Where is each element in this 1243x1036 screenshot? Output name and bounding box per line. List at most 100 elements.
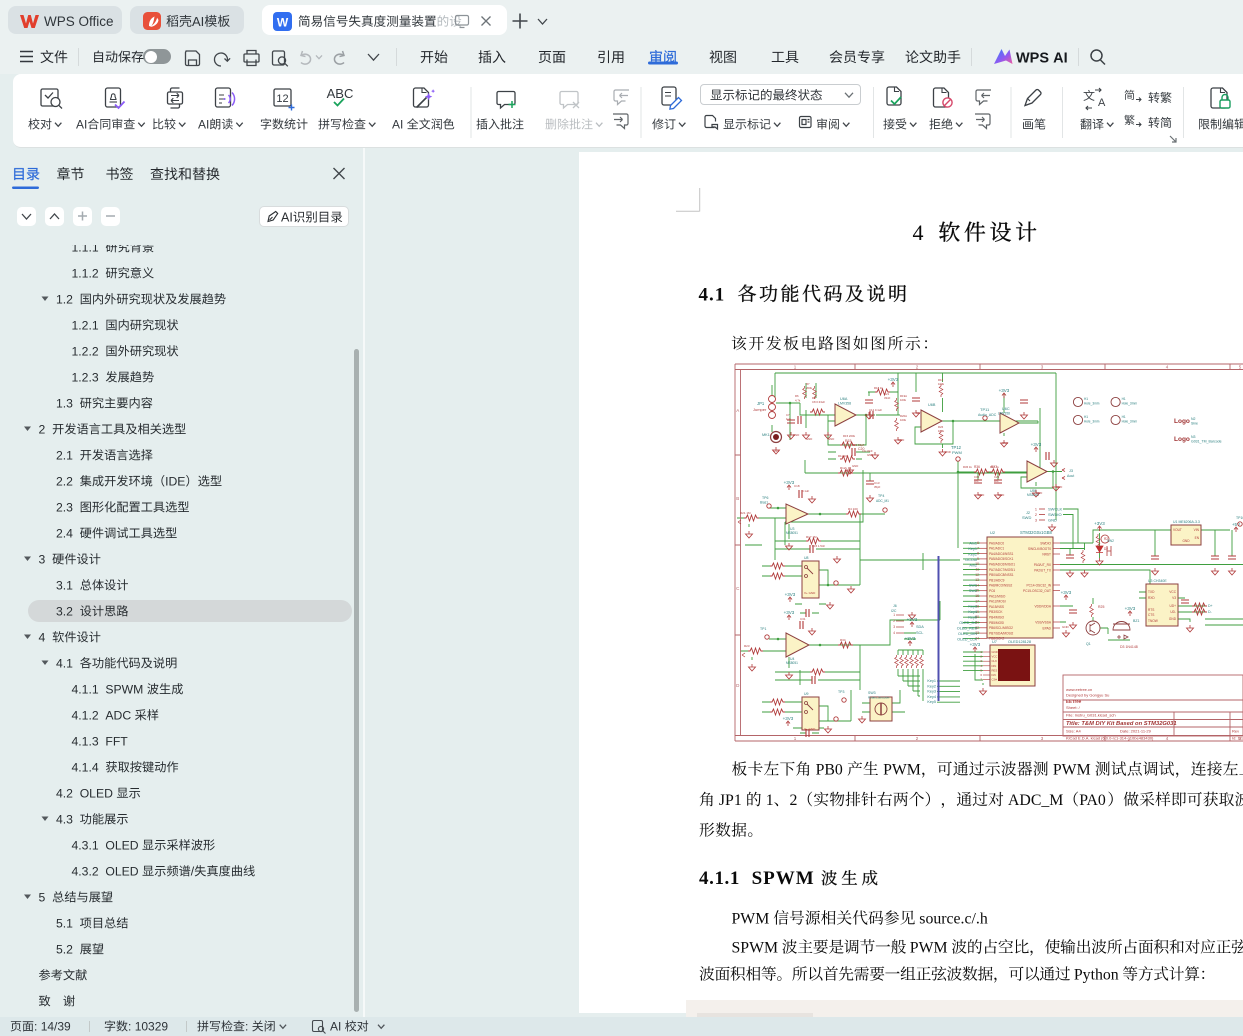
svg-text:AI: AI	[76, 118, 87, 132]
svg-text:Aout: Aout	[1067, 474, 1074, 478]
svg-text:PWM: PWM	[883, 762, 921, 779]
svg-text:Sheet: /: Sheet: /	[1066, 705, 1081, 710]
svg-text:UD-: UD-	[1170, 610, 1176, 614]
svg-text:VCC: VCC	[1169, 590, 1176, 594]
svg-text:PB0/ADC8/NSS1: PB0/ADC8/NSS1	[989, 573, 1014, 577]
svg-text:PA0/ADC0: PA0/ADC0	[989, 541, 1004, 545]
svg-text:16: 16	[975, 594, 979, 598]
svg-text:+3V3: +3V3	[999, 388, 1010, 393]
svg-text:1: 1	[893, 613, 895, 617]
svg-text:PA7/ADC7/MOSI1: PA7/ADC7/MOSI1	[989, 568, 1015, 572]
svg-text:OLED128128: OLED128128	[1008, 640, 1031, 644]
svg-text:13: 13	[975, 578, 979, 582]
svg-text:1.2: 1.2	[56, 292, 73, 306]
svg-text:4.7k: 4.7k	[795, 399, 801, 403]
svg-text:EETree: EETree	[1066, 699, 1082, 704]
svg-text:Key3: Key3	[968, 604, 977, 608]
svg-text:SWDIO: SWDIO	[1048, 512, 1062, 517]
svg-text:C15 1.5nF: C15 1.5nF	[812, 544, 825, 548]
svg-text:+3V3: +3V3	[1031, 442, 1042, 447]
svg-text:SWCLK/BOOT0: SWCLK/BOOT0	[1028, 547, 1051, 551]
svg-text:Rotary_Encoder: Rotary_Encoder	[868, 696, 890, 700]
svg-text:Ain1: Ain1	[969, 541, 977, 545]
svg-text:+3V3: +3V3	[1094, 521, 1105, 526]
svg-text:PA4/ADC4/NSS1: PA4/ADC4/NSS1	[989, 552, 1014, 556]
svg-text:1.3: 1.3	[56, 396, 73, 410]
svg-text:PB1/ADC9: PB1/ADC9	[989, 578, 1005, 582]
svg-text:OLED: OLED	[80, 786, 113, 800]
svg-text::: :	[34, 1020, 37, 1034]
svg-text:Key5: Key5	[968, 615, 977, 619]
svg-text:3.1: 3.1	[56, 578, 73, 592]
svg-text:PWM: PWM	[1053, 762, 1091, 779]
svg-text:UD+: UD+	[1170, 604, 1177, 608]
svg-text:4.1.1: 4.1.1	[72, 682, 99, 696]
svg-text:EN: EN	[1195, 536, 1200, 540]
svg-text:A: A	[1098, 97, 1106, 109]
svg-text:200k: 200k	[806, 386, 813, 390]
svg-text:VCC: VCC	[992, 655, 998, 659]
svg-text:U6A: U6A	[840, 397, 848, 401]
svg-text:JP1: JP1	[757, 401, 765, 406]
svg-text::: :	[128, 1020, 131, 1034]
svg-text:VDD/VDDA: VDD/VDDA	[1035, 604, 1052, 608]
svg-text:GND: GND	[852, 464, 858, 468]
svg-text:TP3: TP3	[838, 690, 844, 694]
svg-text:U7: U7	[992, 640, 997, 644]
svg-text:PA3/UT_RX: PA3/UT_RX	[1034, 563, 1052, 567]
svg-text:33nF: 33nF	[884, 396, 891, 400]
svg-text:/: /	[191, 864, 195, 878]
svg-text:5: 5	[39, 890, 46, 904]
svg-text:SPWM: SPWM	[105, 682, 143, 696]
svg-text:1: 1	[794, 736, 797, 741]
svg-text:2: 2	[39, 422, 46, 436]
svg-text:8: 8	[977, 552, 979, 556]
svg-text:TP11: TP11	[980, 407, 990, 412]
svg-text:Sine: Sine	[1191, 422, 1198, 426]
svg-text:1.2.1: 1.2.1	[72, 318, 99, 332]
svg-text:CS#: CS#	[992, 678, 998, 682]
svg-text:H1: H1	[1084, 397, 1088, 401]
svg-text:SCL: SCL	[916, 631, 923, 635]
svg-text:12: 12	[276, 93, 288, 105]
svg-text:U8: U8	[804, 556, 809, 560]
svg-text:AI: AI	[392, 118, 403, 132]
svg-text:C31: C31	[800, 617, 806, 621]
svg-text:AI: AI	[330, 1020, 341, 1034]
svg-text:Key3: Key3	[927, 690, 936, 694]
svg-text:4: 4	[39, 630, 46, 644]
svg-text:PA0: PA0	[1079, 792, 1106, 809]
svg-text:PA6/ADC6/MISO1: PA6/ADC6/MISO1	[989, 563, 1015, 567]
svg-text:+3V3: +3V3	[784, 610, 795, 615]
svg-text:JP1: JP1	[719, 792, 742, 809]
svg-text:Key4: Key4	[968, 610, 977, 614]
svg-text:4: 4	[913, 220, 924, 245]
svg-text:GND: GND	[992, 650, 998, 654]
svg-text:H1: H1	[1122, 415, 1126, 419]
svg-text:STM32G0x1GB8: STM32G0x1GB8	[1020, 530, 1053, 535]
svg-text:Rev: Rev	[1232, 729, 1239, 734]
svg-text:PB5/MOSI: PB5/MOSI	[989, 621, 1004, 625]
svg-text:Hole_3mm: Hole_3mm	[1084, 420, 1100, 424]
svg-text:R34: R34	[840, 638, 846, 642]
svg-text:AI: AI	[192, 14, 204, 29]
svg-text:3: 3	[39, 552, 46, 566]
svg-text:TP10: TP10	[1236, 516, 1243, 520]
svg-text:R2: R2	[1104, 537, 1108, 541]
svg-text:RXD: RXD	[1148, 596, 1155, 600]
svg-text:OLED_RES: OLED_RES	[957, 626, 978, 630]
svg-text:G031_TM_Barcode: G031_TM_Barcode	[1191, 440, 1222, 444]
svg-text:D+: D+	[1208, 604, 1213, 608]
svg-text::: :	[245, 1020, 248, 1034]
svg-text:Key1: Key1	[927, 679, 936, 683]
svg-text:IDE: IDE	[165, 474, 185, 488]
svg-text:TNOW: TNOW	[1148, 619, 1158, 623]
svg-text:OLED_DC: OLED_DC	[959, 621, 977, 625]
svg-text:SW1: SW1	[969, 583, 977, 587]
svg-text:TXD: TXD	[1148, 590, 1155, 594]
svg-text:Title: T&M DIY Kit Based on ST: Title: T&M DIY Kit Based on STM32G031	[1066, 721, 1177, 727]
svg-text:Date: 2021-11-29: Date: 2021-11-29	[1120, 729, 1152, 734]
svg-text:PA8/MCO/NSS2: PA8/MCO/NSS2	[989, 584, 1013, 588]
svg-text:PA1/ADC1: PA1/ADC1	[989, 547, 1004, 551]
svg-text:ADC_M: ADC_M	[1008, 792, 1063, 809]
